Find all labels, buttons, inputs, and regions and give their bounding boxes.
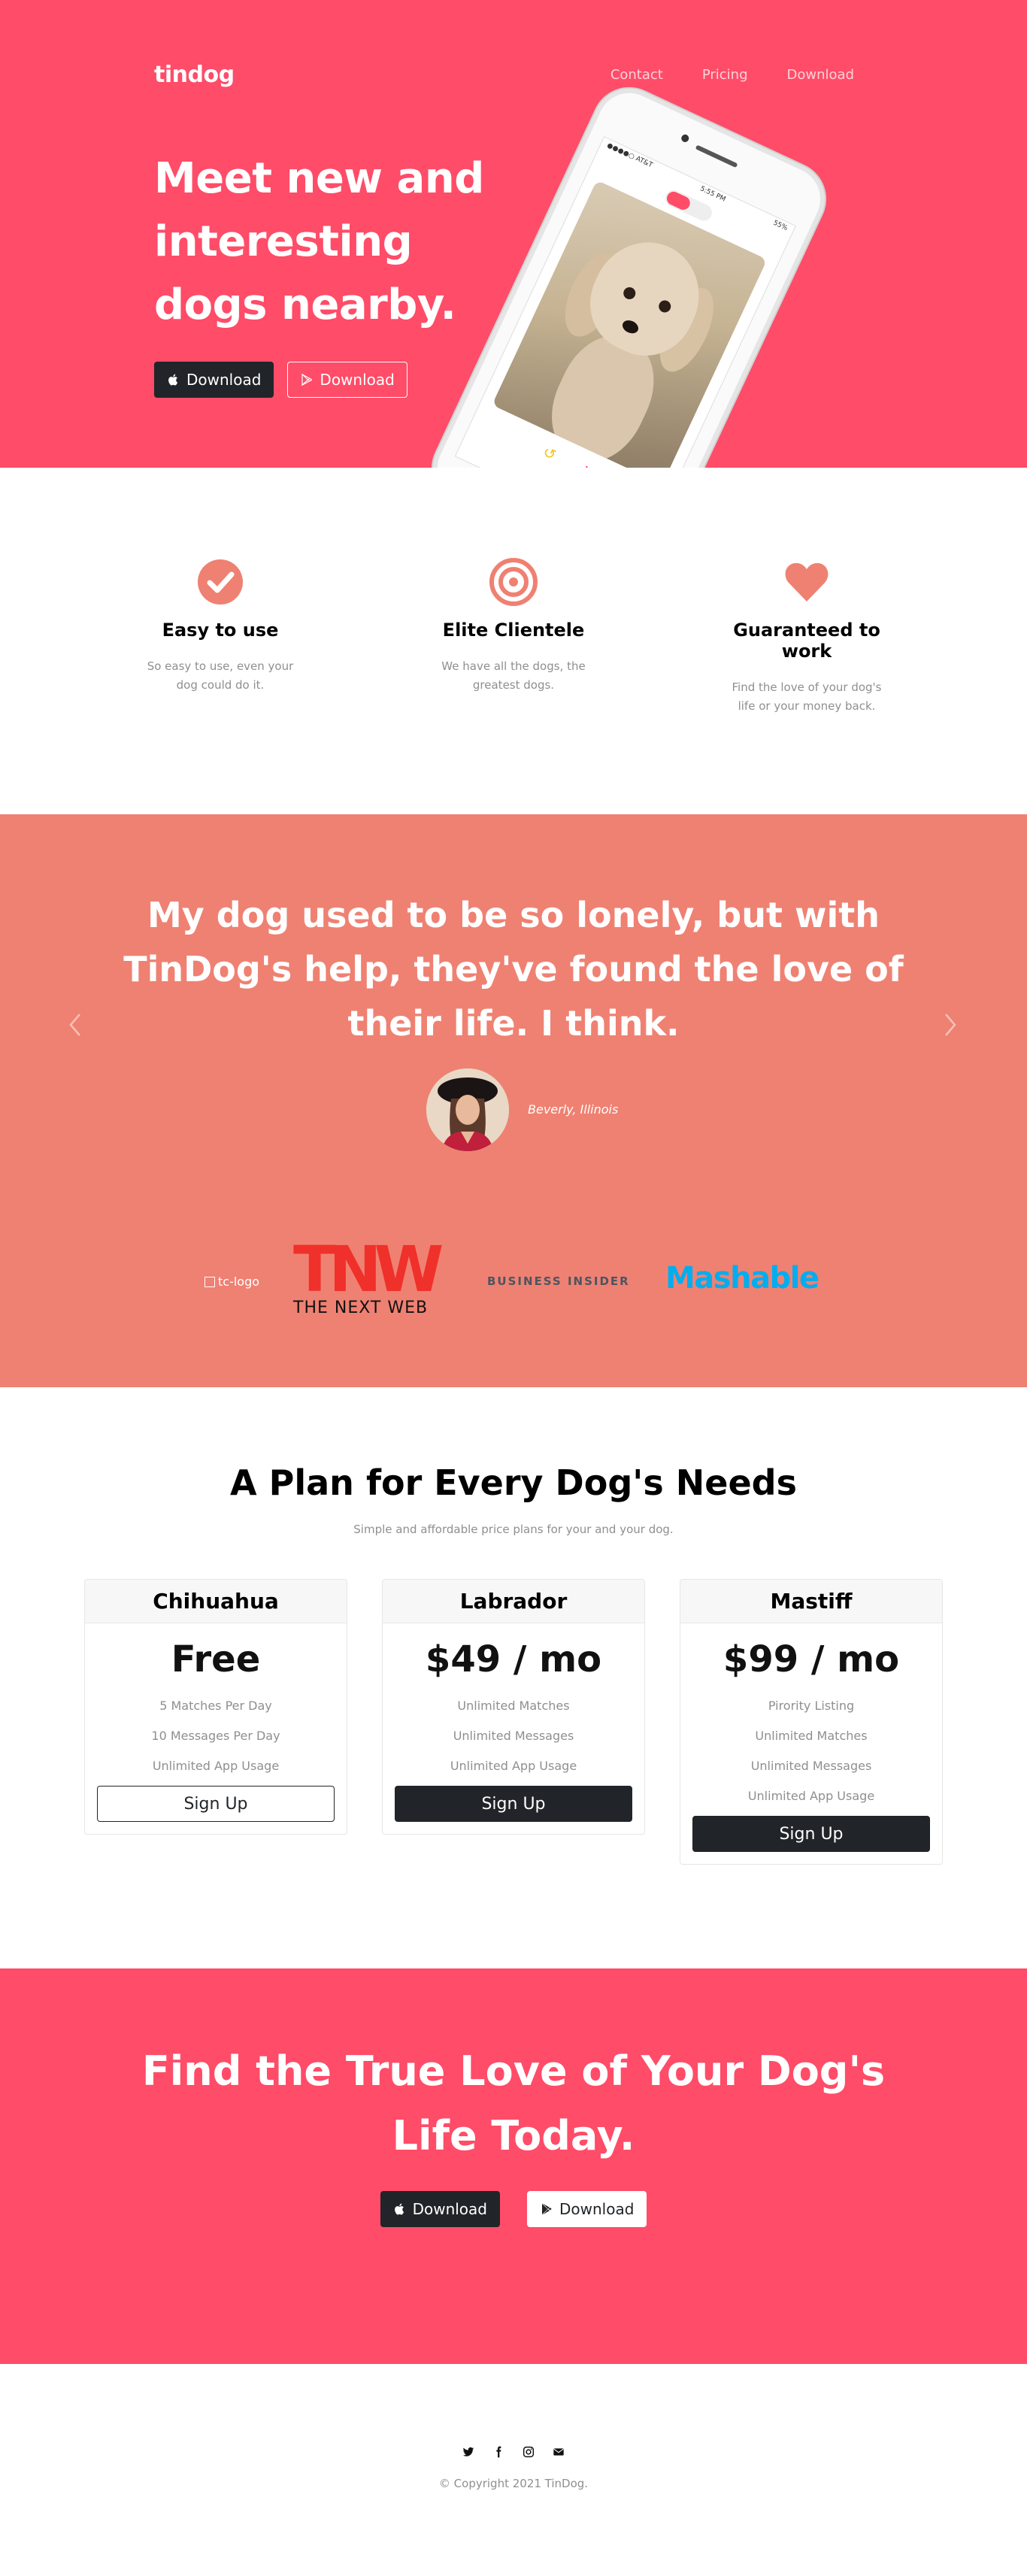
navbar: tindog Contact Pricing Download xyxy=(154,56,854,93)
feature-elite-clientele: Elite Clientele We have all the dogs, th… xyxy=(416,558,611,695)
facebook-icon[interactable] xyxy=(492,2445,505,2459)
envelope-icon[interactable] xyxy=(552,2445,565,2459)
bullseye-icon xyxy=(489,558,538,606)
carousel-next-icon[interactable] xyxy=(941,1010,959,1040)
phone-camera xyxy=(680,133,690,144)
brand-logo[interactable]: tindog xyxy=(154,62,235,88)
instagram-icon[interactable] xyxy=(522,2445,535,2459)
plan-name: Chihuahua xyxy=(85,1580,347,1623)
sign-up-button[interactable]: Sign Up xyxy=(692,1816,930,1852)
close-icon: ✕ xyxy=(579,461,598,468)
apple-icon xyxy=(168,374,178,386)
plan-feature: Unlimited Matches xyxy=(755,1729,868,1743)
phone-frame: ●●●●○ AT&T5:55 PM55% ↺ ✕ xyxy=(421,77,837,468)
plan-feature: Unlimited Messages xyxy=(453,1729,574,1743)
nav-links: Contact Pricing Download xyxy=(610,67,854,83)
twitter-icon[interactable] xyxy=(462,2445,475,2459)
plan-card-labrador: Labrador $49 / mo Unlimited Matches Unli… xyxy=(382,1579,645,1835)
pricing-section: A Plan for Every Dog's Needs Simple and … xyxy=(0,1387,1027,1968)
google-play-download-button[interactable]: Download xyxy=(527,2191,647,2227)
plan-feature: Unlimited Messages xyxy=(750,1759,872,1773)
sign-up-button[interactable]: Sign Up xyxy=(97,1786,335,1822)
download-label: Download xyxy=(320,371,395,389)
testimonial-author: Beverly, Illinois xyxy=(528,1102,619,1117)
sign-up-button[interactable]: Sign Up xyxy=(395,1786,632,1822)
plan-price: $49 / mo xyxy=(425,1638,602,1680)
testimonial-quote: My dog used to be so lonely, but with Ti… xyxy=(123,895,904,1044)
apple-icon xyxy=(394,2203,404,2215)
app-store-download-button[interactable]: Download xyxy=(154,362,274,398)
google-play-icon xyxy=(542,2203,552,2215)
hero-section: tindog Contact Pricing Download Meet new… xyxy=(0,0,1027,468)
refresh-icon: ↺ xyxy=(540,442,559,465)
google-play-icon xyxy=(301,373,313,386)
feature-text: We have all the dogs, the greatest dogs. xyxy=(441,659,586,692)
broken-image-icon xyxy=(204,1276,215,1287)
pricing-subtitle: Simple and affordable price plans for yo… xyxy=(353,1523,674,1536)
check-circle-icon xyxy=(198,559,243,605)
plan-feature: 10 Messages Per Day xyxy=(151,1729,280,1743)
heart-icon xyxy=(785,562,829,602)
hero-buttons: Download Download xyxy=(154,362,407,398)
feature-text: So easy to use, even your dog could do i… xyxy=(147,659,294,692)
plan-price: Free xyxy=(171,1638,261,1680)
business-insider-logo: BUSINESS INSIDER xyxy=(487,1274,630,1288)
feature-text: Find the love of your dog's life or your… xyxy=(732,680,882,713)
download-label: Download xyxy=(412,2200,487,2218)
social-links xyxy=(0,2445,1027,2459)
plan-feature: Unlimited App Usage xyxy=(450,1759,577,1773)
carousel-prev-icon[interactable] xyxy=(66,1010,84,1040)
download-label: Download xyxy=(186,371,262,389)
testimonial-section: My dog used to be so lonely, but with Ti… xyxy=(0,814,1027,1387)
plan-name: Mastiff xyxy=(680,1580,942,1623)
download-label: Download xyxy=(559,2200,635,2218)
plan-card-chihuahua: Chihuahua Free 5 Matches Per Day 10 Mess… xyxy=(84,1579,347,1835)
plan-feature: 5 Matches Per Day xyxy=(159,1699,272,1713)
app-store-download-button[interactable]: Download xyxy=(380,2191,500,2227)
plan-name: Labrador xyxy=(383,1580,644,1623)
plan-price: $99 / mo xyxy=(723,1638,900,1680)
plan-feature: Unlimited App Usage xyxy=(747,1789,875,1803)
plan-feature: Unlimited App Usage xyxy=(152,1759,280,1773)
testimonial-avatar xyxy=(426,1068,509,1151)
nav-link-download[interactable]: Download xyxy=(787,67,854,83)
pricing-title: A Plan for Every Dog's Needs xyxy=(230,1462,797,1503)
feature-guaranteed: Guaranteed to work Find the love of your… xyxy=(709,558,904,716)
cta-title: Find the True Love of Your Dog's Life To… xyxy=(141,2047,886,2159)
feature-easy-to-use: Easy to use So easy to use, even your do… xyxy=(123,558,318,695)
feature-title: Elite Clientele xyxy=(442,620,585,641)
google-play-download-button[interactable]: Download xyxy=(287,362,407,398)
techcrunch-logo: tc-logo xyxy=(204,1274,259,1289)
dog-photo xyxy=(492,180,768,468)
mashable-logo: Mashable xyxy=(665,1261,819,1296)
cta-section: Find the True Love of Your Dog's Life To… xyxy=(0,1968,1027,2364)
phone-speaker xyxy=(695,144,738,168)
press-logos: tc-logo TNW THE NEXT WEB BUSINESS INSIDE… xyxy=(0,1232,1027,1333)
copyright: © Copyright 2021 TinDog. xyxy=(438,2477,589,2490)
cta-buttons: Download Download xyxy=(0,2191,1027,2227)
footer: © Copyright 2021 TinDog. xyxy=(0,2364,1027,2576)
features-section: Easy to use So easy to use, even your do… xyxy=(0,468,1027,814)
plan-card-mastiff: Mastiff $99 / mo Pirority Listing Unlimi… xyxy=(680,1579,943,1865)
plan-feature: Pirority Listing xyxy=(768,1699,855,1713)
nav-link-pricing[interactable]: Pricing xyxy=(702,67,748,83)
feature-title: Guaranteed to work xyxy=(733,620,880,662)
tnw-logo: TNW THE NEXT WEB xyxy=(293,1232,444,1317)
plan-feature: Unlimited Matches xyxy=(457,1699,570,1713)
feature-title: Easy to use xyxy=(162,620,279,641)
